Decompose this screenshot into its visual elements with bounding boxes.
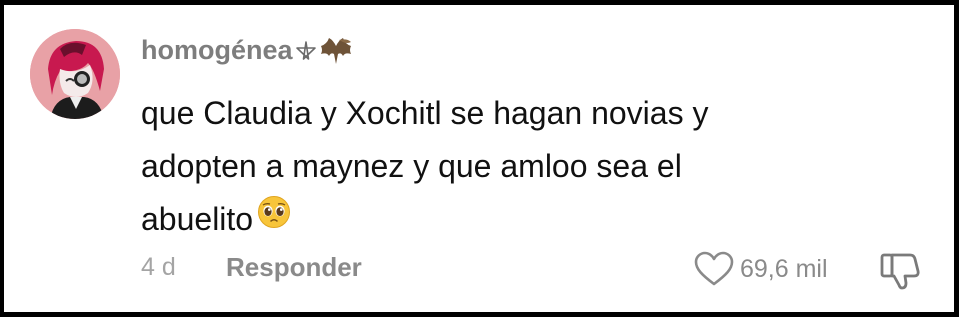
comment-footer: 4 d Responder 69,6 mil	[4, 249, 954, 290]
thumbs-down-outline-icon	[880, 253, 920, 290]
comment-card: homogénea que Claudia y Xochitl se hagan…	[4, 5, 954, 312]
comment-text: que Claudia y Xochitl se hagan novias y …	[141, 87, 901, 248]
username-decoration	[295, 36, 355, 66]
dislike-button[interactable]	[876, 251, 922, 296]
like-button[interactable]: 69,6 mil	[694, 251, 828, 287]
reply-button[interactable]: Responder	[226, 252, 362, 283]
avatar-image	[30, 29, 120, 119]
bat-icon	[320, 37, 351, 64]
pentagram-icon	[295, 40, 316, 60]
comment-line-3: abuelito	[141, 193, 901, 248]
pleading-face-emoji	[257, 192, 291, 245]
comment-line-2: adopten a maynez y que amloo sea el	[141, 148, 682, 184]
comment-timestamp: 4 d	[141, 253, 176, 281]
comment-line-3-text: abuelito	[141, 201, 254, 237]
username[interactable]: homogénea	[141, 35, 293, 66]
comment-line-1: que Claudia y Xochitl se hagan novias y	[141, 95, 709, 131]
avatar[interactable]	[30, 29, 120, 119]
username-row[interactable]: homogénea	[141, 35, 355, 66]
screenshot-frame: homogénea que Claudia y Xochitl se hagan…	[0, 0, 959, 317]
heart-outline-icon	[694, 251, 734, 286]
like-count: 69,6 mil	[740, 254, 828, 283]
